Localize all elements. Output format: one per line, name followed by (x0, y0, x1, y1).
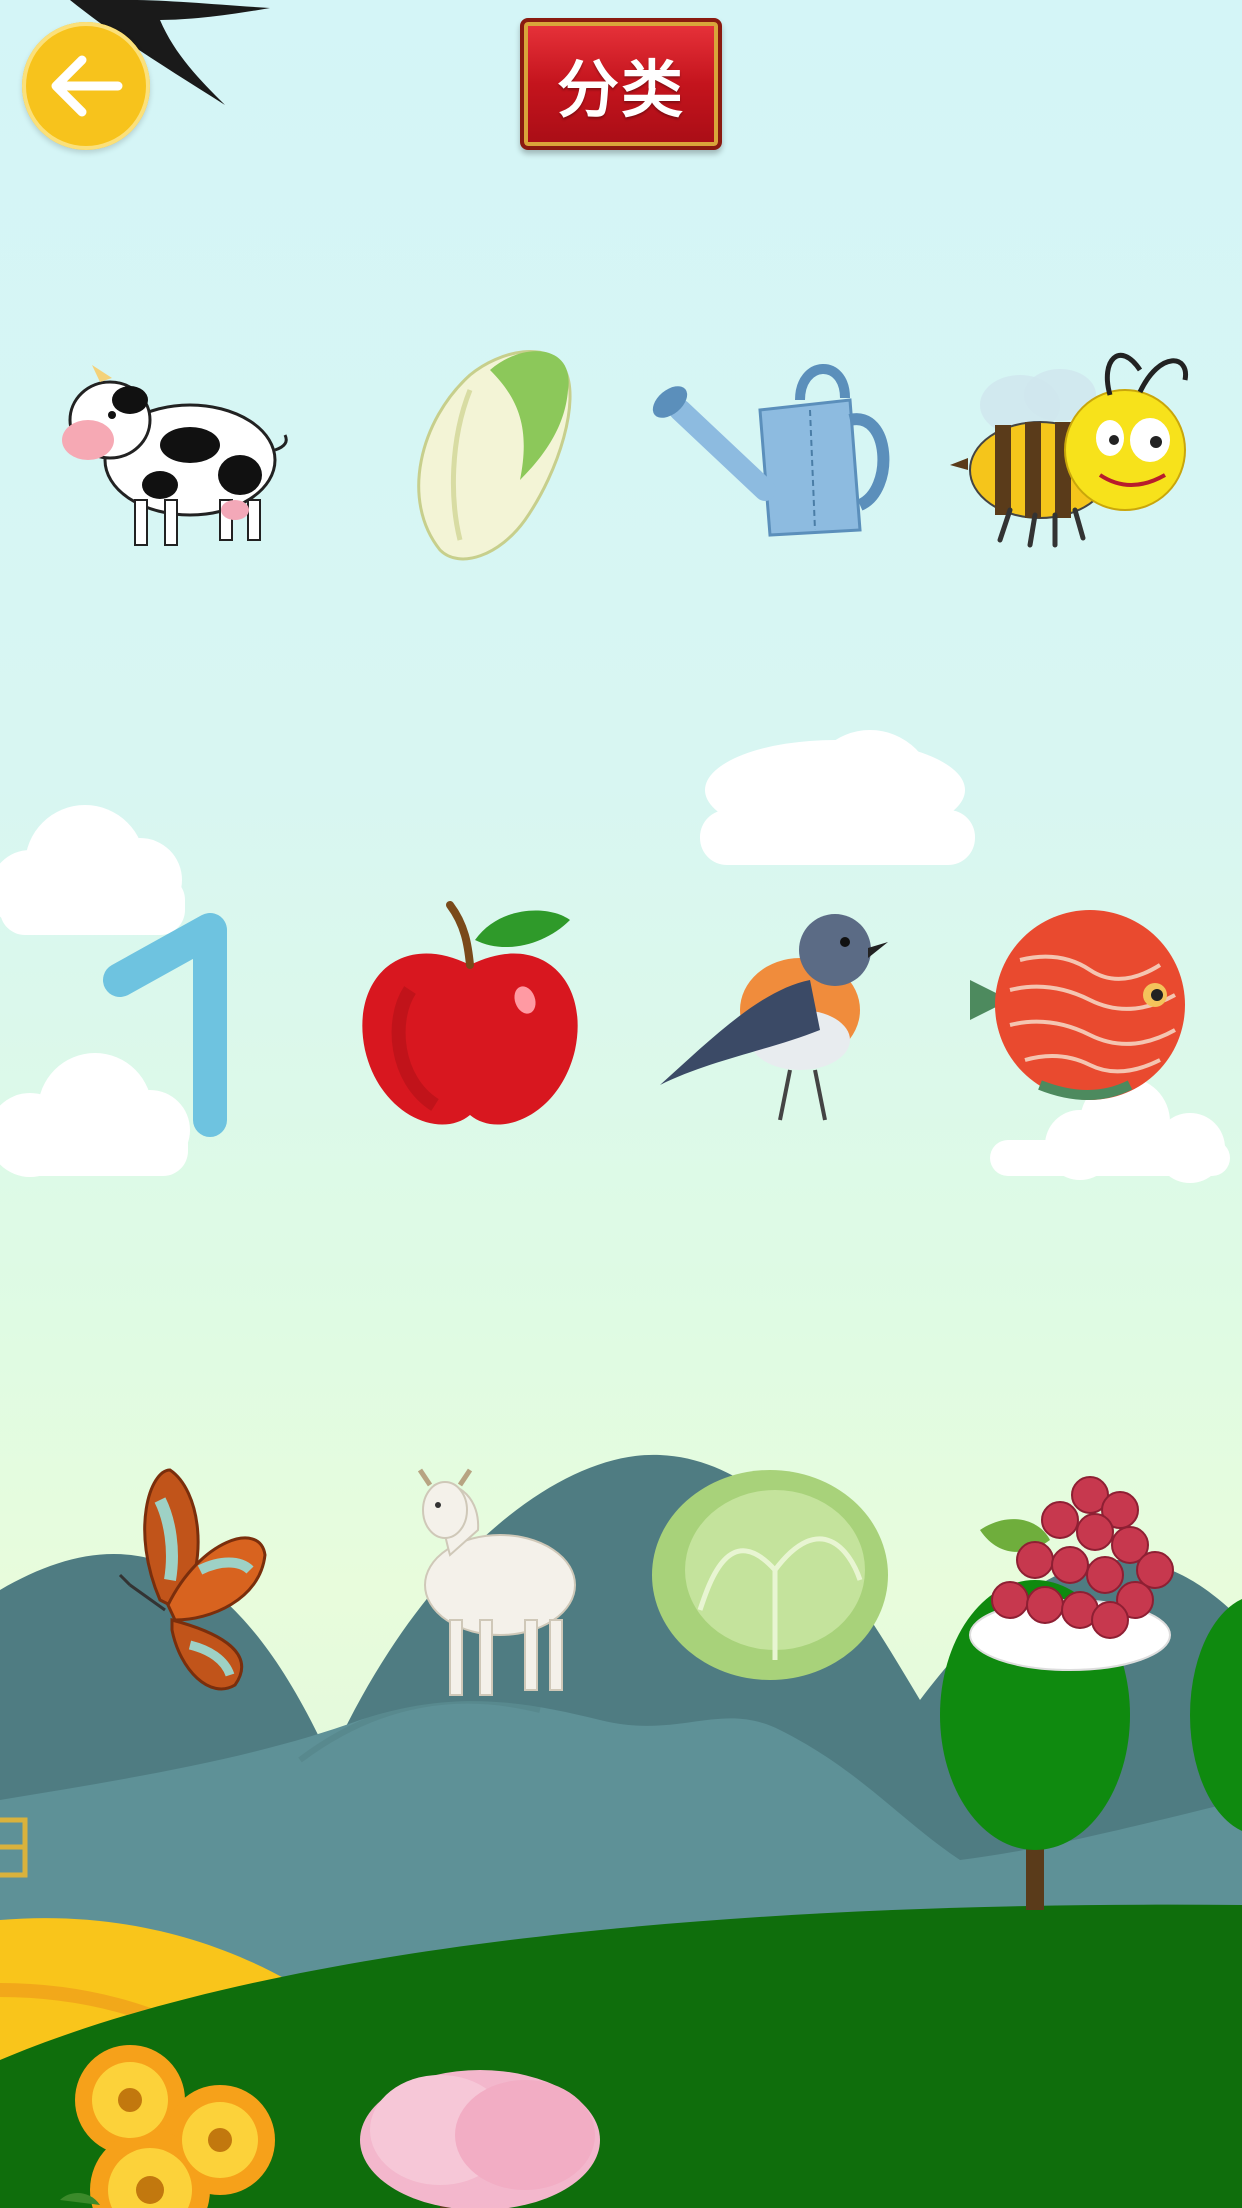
item-cherry-blossom-tree[interactable] (350, 2040, 610, 2208)
bird-icon (660, 914, 888, 1121)
cow-icon (62, 365, 288, 546)
item-bee[interactable] (950, 330, 1210, 590)
back-button[interactable] (22, 22, 150, 150)
game-screen: 分类 (0, 0, 1242, 2208)
item-watering-can[interactable] (650, 330, 910, 590)
apple-icon (362, 901, 578, 1125)
grapes-icon (969, 1476, 1174, 1671)
page-title: 分类 (556, 53, 685, 126)
flowers-icon (60, 2045, 275, 2208)
cloud-top-right (700, 730, 975, 865)
bee-icon (950, 352, 1189, 548)
item-chinese-cabbage[interactable] (350, 320, 610, 580)
item-grapes[interactable] (950, 1460, 1210, 1720)
item-goat[interactable] (350, 1460, 610, 1720)
item-fish[interactable] (950, 880, 1210, 1140)
item-apple[interactable] (340, 880, 600, 1140)
item-number-one[interactable] (60, 880, 320, 1140)
item-cabbage[interactable] (650, 1460, 910, 1720)
cherry-blossom-tree-icon (360, 2070, 600, 2208)
watering-can-icon (652, 364, 890, 537)
number-one-icon (103, 913, 227, 1137)
item-flowers[interactable] (50, 2040, 310, 2208)
arrow-left-icon (51, 55, 123, 117)
cabbage-icon (652, 1470, 888, 1680)
goat-icon (417, 1468, 576, 1696)
chinese-cabbage-icon (417, 350, 572, 561)
item-bird[interactable] (650, 880, 910, 1140)
item-butterfly[interactable] (60, 1460, 320, 1720)
fish-icon (970, 910, 1185, 1100)
butterfly-icon (118, 1468, 267, 1691)
item-cow[interactable] (40, 320, 300, 580)
title-plaque: 分类 (520, 18, 722, 150)
